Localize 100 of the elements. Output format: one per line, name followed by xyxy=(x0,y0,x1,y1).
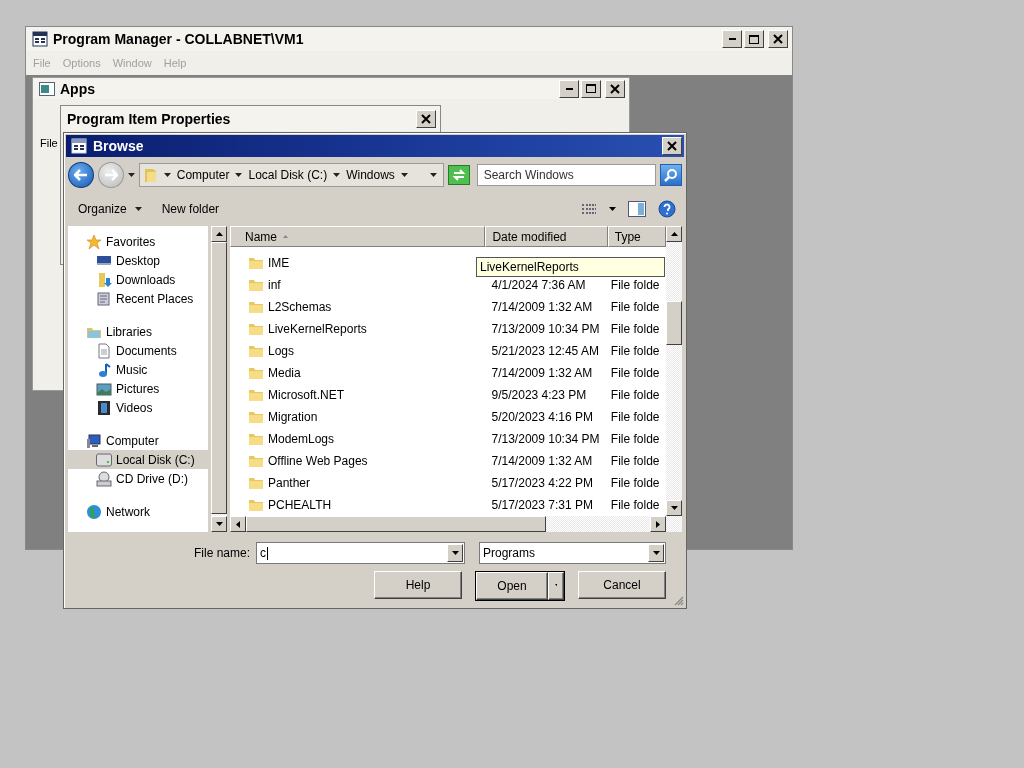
nav-item-icon xyxy=(96,271,112,288)
address-bar[interactable]: Computer Local Disk (C:) Windows xyxy=(138,163,444,187)
folder-icon xyxy=(248,475,264,491)
folder-icon xyxy=(248,321,264,337)
date-modified: 9/5/2023 4:23 PM xyxy=(491,388,587,402)
file-name: PCHEALTH xyxy=(268,498,332,512)
minimize-button[interactable] xyxy=(559,79,579,98)
dropdown-button[interactable] xyxy=(447,544,463,562)
maximize-icon xyxy=(586,84,596,93)
scroll-down-button[interactable] xyxy=(666,500,682,516)
dialog-title: Program Item Properties xyxy=(67,110,232,127)
scroll-up-button[interactable] xyxy=(211,226,227,242)
arrow-right-icon xyxy=(656,520,660,528)
refresh-button[interactable] xyxy=(447,165,470,185)
minimize-button[interactable] xyxy=(722,30,742,48)
close-button[interactable] xyxy=(662,137,682,155)
new-folder-button[interactable]: New folder xyxy=(153,199,228,219)
scrollbar[interactable] xyxy=(666,226,682,516)
nav-group[interactable]: Network xyxy=(68,502,208,521)
file-type: File folde xyxy=(610,322,660,336)
chevron-icon xyxy=(235,173,243,177)
help-button[interactable]: Help xyxy=(374,571,462,599)
organize-button[interactable]: Organize xyxy=(70,199,150,219)
nav-group-icon xyxy=(86,432,102,449)
scroll-right-button[interactable] xyxy=(650,516,666,532)
maximize-button[interactable] xyxy=(744,30,764,48)
preview-pane-icon xyxy=(628,201,646,217)
folder-icon xyxy=(248,365,264,381)
scrollbar[interactable] xyxy=(230,516,682,532)
back-button[interactable] xyxy=(68,162,94,188)
cancel-button[interactable]: Cancel xyxy=(578,571,666,599)
nav-item[interactable]: Documents xyxy=(68,341,208,360)
breadcrumb-item[interactable]: Computer xyxy=(176,168,230,182)
folder-icon xyxy=(248,277,264,293)
dropdown-icon xyxy=(429,173,437,177)
date-modified: 4/1/2024 7:36 AM xyxy=(491,278,586,292)
dialog-title: Browse xyxy=(93,138,145,154)
scroll-left-button[interactable] xyxy=(230,516,246,532)
dropdown-button[interactable] xyxy=(648,544,664,562)
open-button[interactable]: Open xyxy=(476,572,548,600)
scroll-down-button[interactable] xyxy=(211,516,227,532)
field-label: File name: xyxy=(193,546,250,560)
nav-item[interactable]: Local Disk (C:) xyxy=(68,450,208,469)
close-button[interactable] xyxy=(768,30,788,48)
arrow-down-icon xyxy=(555,584,557,588)
nav-group[interactable]: Favorites xyxy=(68,232,208,251)
file-name: L2Schemas xyxy=(268,300,332,314)
nav-group-icon xyxy=(86,503,102,520)
folder-icon xyxy=(248,431,264,447)
nav-item[interactable]: Downloads xyxy=(68,270,208,289)
forward-arrow-icon xyxy=(103,169,118,181)
file-type: File folde xyxy=(610,410,660,424)
folder-icon xyxy=(248,453,264,469)
nav-item[interactable]: Desktop xyxy=(68,251,208,270)
maximize-button[interactable] xyxy=(581,79,601,98)
nav-item[interactable]: Music xyxy=(68,360,208,379)
file-type-dropdown[interactable]: Programs xyxy=(479,542,666,564)
scroll-thumb[interactable] xyxy=(246,516,546,532)
nav-item[interactable]: Videos xyxy=(68,398,208,417)
column-header[interactable]: Name xyxy=(230,226,486,247)
field-label: File xyxy=(40,137,58,149)
nav-group[interactable]: Computer xyxy=(68,431,208,450)
open-dropdown-button[interactable] xyxy=(548,572,564,600)
chevron-icon xyxy=(400,173,408,177)
file-name: Offline Web Pages xyxy=(268,454,368,468)
back-arrow-icon xyxy=(73,169,88,181)
date-modified: 5/21/2023 12:45 AM xyxy=(491,344,599,358)
close-button[interactable] xyxy=(416,109,436,128)
tooltip: LiveKernelReports xyxy=(476,257,665,277)
column-header[interactable]: Date modified xyxy=(485,226,608,247)
column-header[interactable]: Type xyxy=(607,226,666,247)
close-button[interactable] xyxy=(605,79,625,98)
scroll-up-button[interactable] xyxy=(666,226,682,242)
search-button[interactable] xyxy=(660,164,682,186)
date-modified: 7/14/2009 1:32 AM xyxy=(491,366,593,380)
resize-grip-icon xyxy=(674,596,684,606)
scroll-thumb[interactable] xyxy=(666,301,682,345)
nav-item[interactable]: Pictures xyxy=(68,379,208,398)
breadcrumb-item[interactable]: Local Disk (C:) xyxy=(248,168,328,182)
date-modified: 7/14/2009 1:32 AM xyxy=(491,454,593,468)
file-type: File folde xyxy=(610,366,660,380)
nav-item[interactable]: CD Drive (D:) xyxy=(68,469,208,488)
folder-icon xyxy=(248,497,264,513)
folder-icon xyxy=(248,387,264,403)
nav-item-icon xyxy=(96,361,112,378)
search-field[interactable]: Search Windows xyxy=(476,164,657,186)
nav-item[interactable]: Recent Places xyxy=(68,289,208,308)
file-name: Logs xyxy=(268,344,295,358)
arrow-up-icon xyxy=(670,232,678,236)
date-modified: 5/17/2023 4:22 PM xyxy=(491,476,593,490)
file-type: File folde xyxy=(610,454,660,468)
file-name-field[interactable]: c xyxy=(256,542,465,564)
breadcrumb-item[interactable]: Windows xyxy=(346,168,395,182)
close-icon xyxy=(773,34,783,44)
arrow-up-icon xyxy=(215,232,223,236)
arrow-left-icon xyxy=(236,520,240,528)
nav-group-icon xyxy=(86,233,102,250)
arrow-down-icon xyxy=(652,551,660,555)
nav-item-icon xyxy=(96,380,112,397)
nav-group[interactable]: Libraries xyxy=(68,322,208,341)
